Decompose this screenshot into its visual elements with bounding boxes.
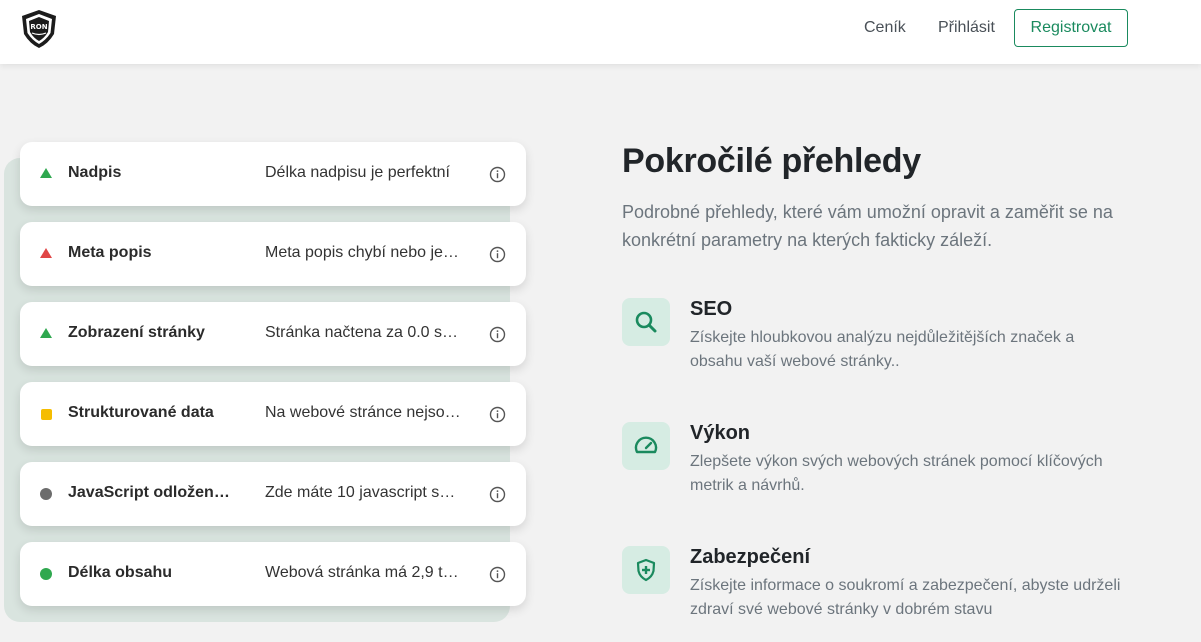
ron-logo-icon[interactable]: RON	[18, 8, 60, 50]
status-square-yellow-icon	[41, 409, 52, 420]
info-icon[interactable]	[489, 326, 506, 343]
check-row-content-length[interactable]: Délka obsahu Webová stránka má 2,9 tisíc…	[20, 542, 526, 606]
check-description: Webová stránka má 2,9 tisíc slov	[265, 564, 461, 581]
status-circle-green-icon	[40, 568, 52, 580]
section-heading: Pokročilé přehledy	[622, 142, 921, 180]
feature-title-seo: SEO	[690, 298, 733, 320]
info-icon[interactable]	[489, 566, 506, 583]
status-up-red-icon	[40, 248, 52, 258]
check-description: Na webové stránce nejsou strukturovaná d…	[265, 404, 461, 421]
check-description: Stránka načtena za 0.0 sekund	[265, 324, 461, 341]
svg-text:RON: RON	[30, 23, 47, 31]
top-navbar: RON Ceník Přihlásit Registrovat	[0, 0, 1201, 64]
check-row-structured-data[interactable]: Strukturované data Na webové stránce nej…	[20, 382, 526, 446]
status-circle-gray-icon	[40, 488, 52, 500]
feature-title-performance: Výkon	[690, 422, 751, 444]
feature-desc-security: Získejte informace o soukromí a zabezpeč…	[690, 577, 1121, 618]
register-button[interactable]: Registrovat	[1014, 9, 1128, 47]
search-icon	[622, 298, 670, 346]
check-row-title[interactable]: Nadpis Délka nadpisu je perfektní	[20, 142, 526, 206]
info-icon[interactable]	[489, 166, 506, 183]
check-description: Meta popis chybí nebo je příliš krátký	[265, 244, 461, 261]
info-icon[interactable]	[489, 406, 506, 423]
section-subheading: Podrobné přehledy, které vám umožní opra…	[622, 202, 1113, 250]
gauge-icon	[622, 422, 670, 470]
info-icon[interactable]	[489, 486, 506, 503]
check-title: JavaScript odložené načítání	[68, 484, 238, 501]
check-title: Nadpis	[68, 164, 122, 181]
shield-plus-icon	[622, 546, 670, 594]
check-description: Délka nadpisu je perfektní	[265, 164, 450, 181]
feature-desc-performance: Zlepšete výkon svých webových stránek po…	[690, 453, 1103, 494]
check-title: Meta popis	[68, 244, 152, 261]
check-title: Strukturované data	[68, 404, 214, 421]
check-row-javascript-defer[interactable]: JavaScript odložené načítání Zde máte 10…	[20, 462, 526, 526]
feature-title-security: Zabezpečení	[690, 546, 811, 568]
check-title: Délka obsahu	[68, 564, 173, 581]
info-icon[interactable]	[489, 246, 506, 263]
check-title: Zobrazení stránky	[68, 324, 205, 341]
check-row-meta-description[interactable]: Meta popis Meta popis chybí nebo je příl…	[20, 222, 526, 286]
nav-pricing-link[interactable]: Ceník	[864, 18, 906, 38]
check-row-page-load[interactable]: Zobrazení stránky Stránka načtena za 0.0…	[20, 302, 526, 366]
status-up-green-icon	[40, 168, 52, 178]
check-description: Zde máte 10 javascript souborů	[265, 484, 461, 501]
status-up-green-icon	[40, 328, 52, 338]
nav-login-link[interactable]: Přihlásit	[938, 18, 995, 38]
feature-desc-seo: Získejte hloubkovou analýzu nejdůležitěj…	[690, 329, 1075, 370]
